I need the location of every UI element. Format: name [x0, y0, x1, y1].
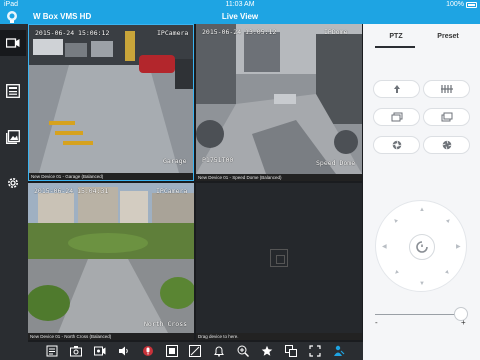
- stop-button[interactable]: [165, 344, 179, 358]
- zoom-in-icon: [393, 85, 400, 93]
- speed-slider-max-label: +: [461, 318, 466, 327]
- video-cell-label: New Device 01 - Speed Dome (Balanced): [196, 174, 362, 181]
- audio-button[interactable]: [117, 344, 131, 358]
- ptz-direction-pad[interactable]: ▲ ▼ ◀ ▶ ▲ ▲ ▼ ▼: [375, 200, 467, 292]
- osd-timestamp: 2015-06-24 13:05:12: [202, 28, 277, 36]
- pan-left-icon[interactable]: ◀: [382, 244, 387, 250]
- iris-open-icon: [392, 140, 401, 150]
- video-cell-label: New Device 01 - Garage (Balanced): [29, 173, 193, 180]
- osd-caption: North Cross: [144, 320, 188, 328]
- tab-preset[interactable]: Preset: [419, 33, 477, 40]
- osd-id-text: P1751T00: [202, 156, 234, 164]
- auto-scan-icon: [416, 241, 428, 253]
- ptz-tabs: PTZ Preset: [363, 24, 480, 50]
- battery-icon: [466, 2, 477, 8]
- pan-down-left-icon[interactable]: ▼: [392, 269, 400, 277]
- snapshot-icon: [69, 346, 82, 357]
- empty-slot-icon: [270, 249, 288, 267]
- gallery-icon: [6, 130, 20, 144]
- osd-caption: Speed Dome: [316, 159, 356, 167]
- playback-list-icon: [6, 84, 20, 98]
- osd-timestamp: 2015-06-24 15:04:31: [34, 187, 109, 195]
- fullscreen-icon: [189, 345, 202, 357]
- app-window: iPad 11:03 AM 100% W Box VMS HD Live Vie…: [0, 0, 480, 360]
- pan-up-left-icon[interactable]: ▲: [392, 217, 400, 225]
- osd-camera-tag: IPCamera: [157, 29, 189, 37]
- focus-far-button[interactable]: [423, 108, 470, 126]
- fullscreen-button[interactable]: [188, 344, 202, 358]
- zoom-out-button[interactable]: [423, 80, 470, 98]
- focus-far-icon: [441, 112, 452, 122]
- record-button[interactable]: [93, 344, 107, 358]
- sidebar-item-live-view[interactable]: [0, 30, 26, 56]
- status-bar: iPad 11:03 AM 100%: [0, 0, 480, 10]
- talk-icon: [142, 346, 153, 356]
- zoom-icon: [237, 345, 250, 357]
- zoom-in-button[interactable]: [373, 80, 420, 98]
- video-cell-label: New Device 01 - North Cross (Balanced): [28, 333, 194, 340]
- favorite-button[interactable]: [260, 344, 274, 358]
- video-cell-garage[interactable]: 2015-06-24 15:06:12 IPCamera Garage New …: [28, 24, 194, 181]
- multi-view-button[interactable]: [284, 344, 298, 358]
- record-list-button[interactable]: [45, 344, 59, 358]
- north-cross-video-feed: [28, 183, 194, 333]
- pan-down-icon[interactable]: ▼: [419, 281, 425, 287]
- title-bar: W Box VMS HD Live View: [0, 10, 480, 24]
- alarm-button[interactable]: [212, 344, 226, 358]
- expand-icon: [309, 345, 321, 357]
- page-title: Live View: [221, 12, 259, 21]
- sidebar: [0, 24, 26, 360]
- pan-right-icon[interactable]: ▶: [456, 244, 461, 250]
- focus-near-button[interactable]: [373, 108, 420, 126]
- pan-down-right-icon[interactable]: ▼: [444, 269, 452, 277]
- multi-view-icon: [285, 345, 298, 357]
- video-cell-label: Drag device to here.: [196, 333, 362, 340]
- pan-up-icon[interactable]: ▲: [419, 207, 425, 213]
- ptz-person-icon: [334, 345, 345, 356]
- sidebar-item-gallery[interactable]: [0, 124, 26, 150]
- ptz-control-button[interactable]: [332, 344, 346, 358]
- video-camera-icon: [6, 38, 20, 48]
- video-cell-speed-dome[interactable]: 2015-06-24 13:05:12 IPDome P1751T00 Spee…: [196, 24, 362, 181]
- tab-ptz[interactable]: PTZ: [367, 33, 425, 40]
- zoom-out-icon: [440, 85, 453, 93]
- video-grid: 2015-06-24 15:06:12 IPCamera Garage New …: [28, 24, 363, 342]
- iris-close-icon: [442, 140, 451, 150]
- stop-icon: [165, 345, 178, 357]
- bottom-toolbar: [28, 342, 363, 360]
- speed-dome-video-feed: [196, 24, 362, 174]
- osd-caption: Garage: [163, 157, 187, 165]
- record-icon: [93, 346, 106, 356]
- battery-percent: 100%: [446, 1, 464, 8]
- osd-camera-tag: IPCamera: [156, 187, 188, 195]
- osd-camera-tag: IPDome: [324, 28, 348, 36]
- pan-up-right-icon[interactable]: ▲: [444, 217, 452, 225]
- clock: 11:03 AM: [225, 1, 255, 8]
- iris-open-button[interactable]: [373, 136, 420, 154]
- sidebar-item-settings[interactable]: [0, 170, 26, 196]
- alarm-icon: [214, 346, 225, 357]
- talk-button[interactable]: [141, 344, 155, 358]
- speed-slider-min-label: -: [375, 318, 378, 327]
- auto-scan-button[interactable]: [409, 234, 435, 260]
- audio-icon: [118, 346, 128, 356]
- video-cell-north-cross[interactable]: 2015-06-24 15:04:31 IPCamera North Cross…: [28, 183, 194, 340]
- settings-gear-icon: [8, 178, 18, 188]
- video-cell-empty[interactable]: Drag device to here.: [196, 183, 362, 340]
- ptz-panel: PTZ Preset ▲ ▼ ◀ ▶ ▲ ▲ ▼ ▼ - +: [363, 24, 480, 360]
- focus-near-icon: [391, 112, 402, 122]
- sidebar-item-playback[interactable]: [0, 78, 26, 104]
- zoom-button[interactable]: [236, 344, 250, 358]
- osd-timestamp: 2015-06-24 15:06:12: [35, 29, 110, 37]
- garage-video-feed: [29, 25, 193, 173]
- active-tab-indicator: [375, 46, 415, 48]
- record-list-icon: [46, 345, 58, 357]
- snapshot-button[interactable]: [69, 344, 83, 358]
- expand-button[interactable]: [308, 344, 322, 358]
- favorite-icon: [261, 345, 273, 356]
- iris-close-button[interactable]: [423, 136, 470, 154]
